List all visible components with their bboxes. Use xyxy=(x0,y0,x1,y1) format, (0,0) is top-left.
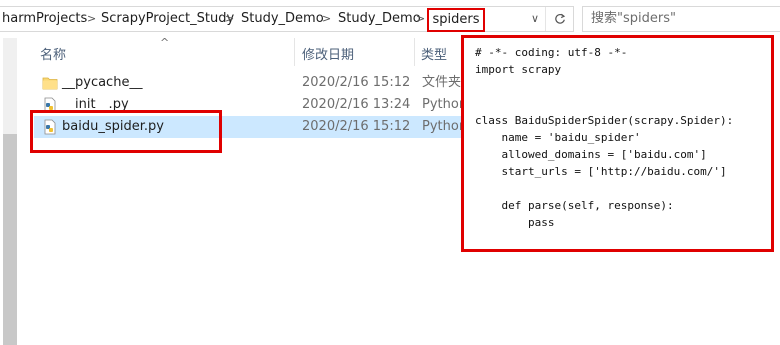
file-type: 文件夹 xyxy=(422,75,462,90)
file-date: 2020/2/16 15:12 xyxy=(302,119,411,134)
address-bar[interactable]: harmProjects > ScrapyProject_Study > Stu… xyxy=(0,6,574,32)
breadcrumb-separator[interactable]: > xyxy=(225,7,234,31)
code-line: start_urls = ['http://baidu.com/'] xyxy=(475,165,727,178)
breadcrumb-study-demo[interactable]: Study_Demo xyxy=(241,7,324,31)
code-line: import scrapy xyxy=(475,63,562,76)
breadcrumb-separator[interactable]: > xyxy=(87,7,96,31)
file-row-pycache[interactable]: __pycache__ 2020/2/16 15:12 文件夹 xyxy=(34,72,464,94)
file-date: 2020/2/16 15:12 xyxy=(302,75,411,90)
breadcrumb-scrapyproject-study[interactable]: ScrapyProject_Study xyxy=(101,7,234,31)
column-header-type[interactable]: 类型 xyxy=(421,44,447,63)
code-text: # -*- coding: utf-8 -*- import scrapy cla… xyxy=(475,44,733,231)
column-divider[interactable] xyxy=(414,38,415,66)
file-type: Python xyxy=(422,97,464,112)
breadcrumb-pharmprojects[interactable]: harmProjects xyxy=(2,7,87,31)
breadcrumb-separator[interactable]: > xyxy=(416,7,425,31)
address-row: harmProjects > ScrapyProject_Study > Stu… xyxy=(0,0,780,38)
chevron-down-icon[interactable]: ∨ xyxy=(525,7,545,31)
navigation-pane xyxy=(0,38,18,345)
file-name: __pycache__ xyxy=(62,75,143,90)
column-header-name[interactable]: 名称 xyxy=(40,44,66,63)
search-placeholder: 搜索"spiders" xyxy=(591,11,676,26)
column-divider[interactable] xyxy=(294,38,295,66)
refresh-icon xyxy=(554,13,565,24)
breadcrumb-study-demo-2[interactable]: Study_Demo xyxy=(338,7,421,31)
sort-ascending-icon: ^ xyxy=(160,36,170,49)
file-date: 2020/2/16 13:24 xyxy=(302,97,411,112)
folder-icon xyxy=(42,77,58,90)
refresh-button[interactable] xyxy=(545,7,573,31)
column-header-date[interactable]: 修改日期 xyxy=(302,44,354,63)
search-input[interactable]: 搜索"spiders" xyxy=(582,6,780,32)
code-preview: # -*- coding: utf-8 -*- import scrapy cla… xyxy=(461,35,774,252)
code-line: # -*- coding: utf-8 -*- xyxy=(475,46,628,59)
annotation-highlight-file xyxy=(30,110,222,153)
navigation-scrollbar[interactable] xyxy=(3,38,17,345)
file-type: Python xyxy=(422,119,464,134)
code-line: allowed_domains = ['baidu.com'] xyxy=(475,148,707,161)
code-line: pass xyxy=(475,216,555,229)
code-line: class BaiduSpiderSpider(scrapy.Spider): xyxy=(475,114,734,127)
breadcrumb-current-spiders[interactable]: spiders xyxy=(427,8,485,32)
scrollbar-thumb[interactable] xyxy=(3,134,17,345)
breadcrumb-separator[interactable]: > xyxy=(322,7,331,31)
code-line: name = 'baidu_spider' xyxy=(475,131,641,144)
code-line: def parse(self, response): xyxy=(475,199,674,212)
